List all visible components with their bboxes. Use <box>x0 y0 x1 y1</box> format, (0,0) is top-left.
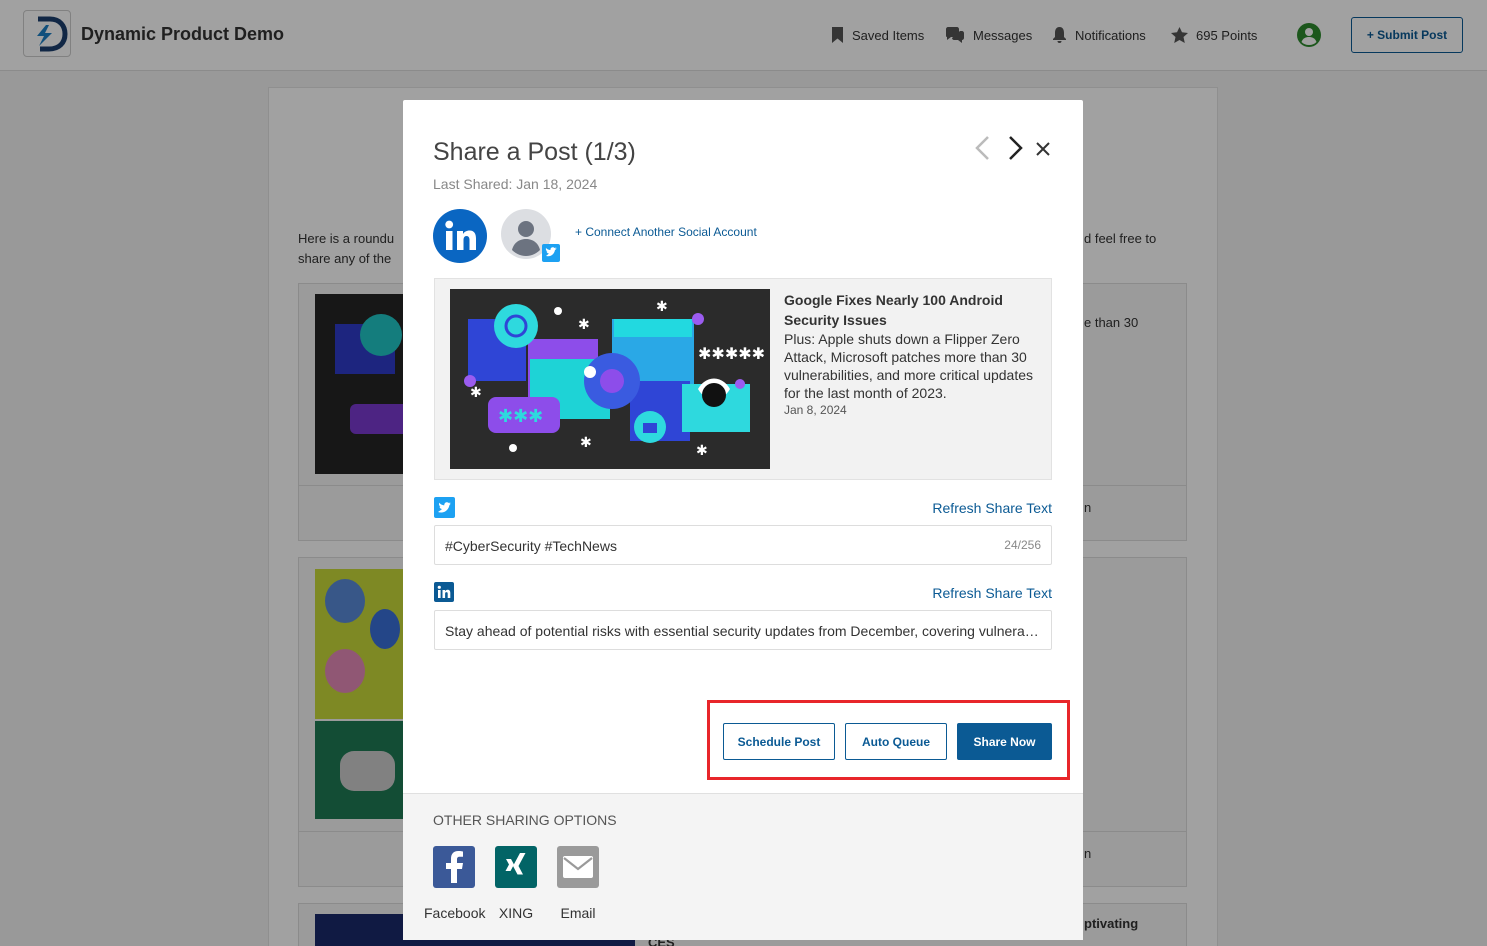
share-now-button[interactable]: Share Now <box>957 723 1052 760</box>
close-icon <box>1036 142 1050 156</box>
twitter-account-toggle[interactable] <box>501 209 563 268</box>
post-preview-card: ✱✱✱ ✱✱✱✱✱ ✱ ✱ ✱ ✱ ✱ Google Fixes Nearly … <box>434 278 1052 480</box>
svg-text:✱: ✱ <box>470 385 482 401</box>
twitter-icon <box>434 497 455 518</box>
chevron-left-icon <box>975 136 989 160</box>
share-email-option[interactable]: Email <box>548 846 608 921</box>
linkedin-square-icon <box>434 582 454 602</box>
xing-icon <box>495 846 537 888</box>
modal-title: Share a Post (1/3) <box>433 138 636 166</box>
last-shared-text: Last Shared: Jan 18, 2024 <box>433 176 598 192</box>
share-xing-option[interactable]: XING <box>486 846 546 921</box>
chevron-right-icon <box>1009 136 1023 160</box>
close-button[interactable] <box>1036 138 1050 160</box>
preview-date: Jan 8, 2024 <box>784 403 847 417</box>
linkedin-share-section-icon <box>434 582 454 607</box>
preview-description: Plus: Apple shuts down a Flipper Zero At… <box>784 331 1034 401</box>
linkedin-share-text-input[interactable]: Stay ahead of potential risks with essen… <box>434 610 1052 650</box>
linkedin-refresh-share-text-link[interactable]: Refresh Share Text <box>932 585 1052 601</box>
svg-text:✱: ✱ <box>656 299 668 315</box>
connect-account-link[interactable]: + Connect Another Social Account <box>575 225 757 239</box>
svg-text:✱: ✱ <box>696 443 708 459</box>
svg-text:✱✱✱: ✱✱✱ <box>498 406 543 427</box>
other-sharing-heading: OTHER SHARING OPTIONS <box>433 812 617 828</box>
facebook-label: Facebook <box>424 905 486 921</box>
twitter-refresh-share-text-link[interactable]: Refresh Share Text <box>932 500 1052 516</box>
previous-post-button[interactable] <box>973 135 991 166</box>
auto-queue-button[interactable]: Auto Queue <box>845 723 947 760</box>
svg-text:✱: ✱ <box>580 435 592 451</box>
share-facebook-option[interactable]: Facebook <box>424 846 486 921</box>
email-label: Email <box>560 905 596 921</box>
xing-label: XING <box>498 905 534 921</box>
twitter-share-text-input[interactable]: #CyberSecurity #TechNews 24/256 <box>434 525 1052 565</box>
facebook-icon <box>433 846 475 888</box>
next-post-button[interactable] <box>1007 135 1025 166</box>
cybersecurity-illustration-icon: ✱✱✱ ✱✱✱✱✱ ✱ ✱ ✱ ✱ ✱ <box>450 289 770 469</box>
other-sharing-options: OTHER SHARING OPTIONS Facebook XING Emai… <box>403 793 1083 940</box>
twitter-share-text-value: #CyberSecurity #TechNews <box>445 538 617 554</box>
linkedin-icon <box>433 209 487 263</box>
twitter-char-counter: 24/256 <box>1004 538 1041 552</box>
email-icon <box>557 846 599 888</box>
twitter-avatar-icon <box>501 209 560 262</box>
svg-text:✱: ✱ <box>578 317 590 333</box>
action-buttons-highlight: Schedule Post Auto Queue Share Now <box>707 700 1070 780</box>
linkedin-account-toggle[interactable] <box>433 209 487 268</box>
linkedin-share-text-value: Stay ahead of potential risks with essen… <box>445 623 1051 639</box>
share-post-modal: Share a Post (1/3) Last Shared: Jan 18, … <box>403 100 1083 940</box>
post-preview-image: ✱✱✱ ✱✱✱✱✱ ✱ ✱ ✱ ✱ ✱ <box>450 289 770 474</box>
schedule-post-button[interactable]: Schedule Post <box>723 723 835 760</box>
preview-title: Google Fixes Nearly 100 Android Security… <box>784 292 1003 328</box>
twitter-share-section-icon <box>434 497 455 523</box>
svg-text:✱✱✱✱✱: ✱✱✱✱✱ <box>698 344 765 363</box>
